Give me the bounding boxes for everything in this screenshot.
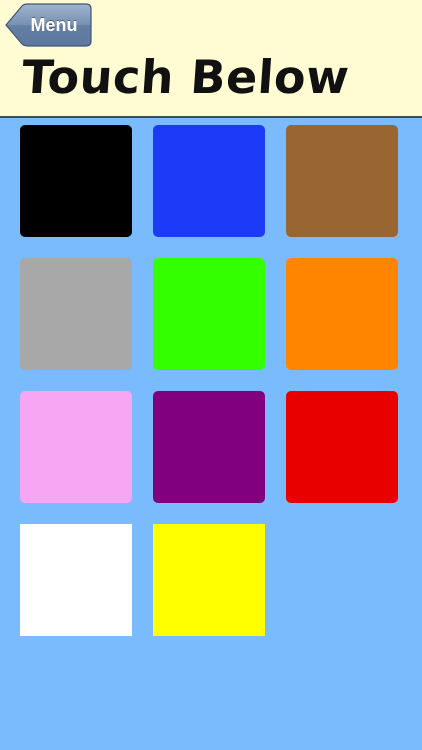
menu-back-button[interactable]: Menu <box>4 3 92 47</box>
color-swatch-green[interactable] <box>153 258 265 370</box>
color-swatch-black[interactable] <box>20 125 132 237</box>
color-swatch-yellow[interactable] <box>153 524 265 636</box>
color-swatch-orange[interactable] <box>286 258 398 370</box>
color-swatch-blue[interactable] <box>153 125 265 237</box>
color-swatch-gray[interactable] <box>20 258 132 370</box>
color-swatch-grid <box>20 125 400 636</box>
page-title: Touch Below <box>20 50 352 104</box>
menu-button-label: Menu <box>30 14 78 35</box>
screen: Menu Touch Below <box>0 0 422 750</box>
color-swatch-white[interactable] <box>20 524 132 636</box>
color-swatch-red[interactable] <box>286 391 398 503</box>
color-swatch-purple[interactable] <box>153 391 265 503</box>
header-bar: Menu Touch Below <box>0 0 422 118</box>
color-swatch-brown[interactable] <box>286 125 398 237</box>
color-swatch-pink[interactable] <box>20 391 132 503</box>
